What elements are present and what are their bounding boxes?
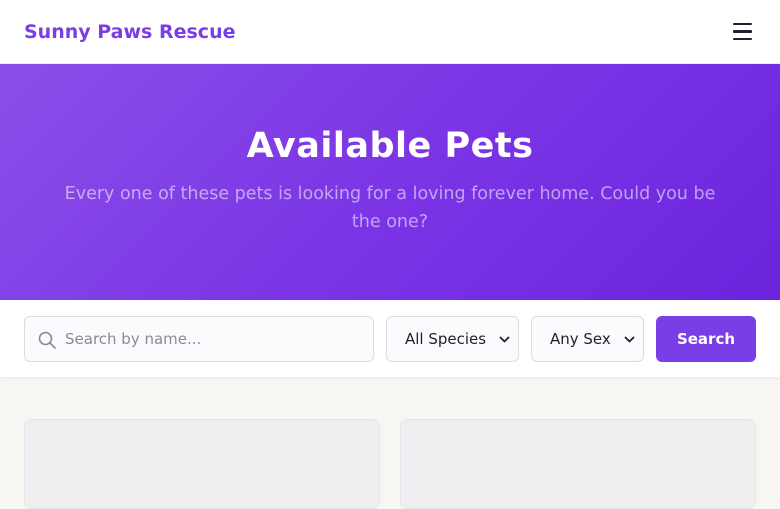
search-box[interactable] — [24, 316, 374, 362]
pet-card[interactable] — [24, 419, 380, 509]
search-button[interactable]: Search — [656, 316, 756, 362]
site-header: Sunny Paws Rescue — [0, 0, 780, 64]
sex-select[interactable]: Any Sex — [531, 316, 644, 362]
menu-button[interactable] — [728, 18, 756, 46]
species-select-value: All Species — [405, 330, 487, 348]
hamburger-menu-icon — [732, 22, 752, 26]
hero-subtitle: Every one of these pets is looking for a… — [64, 184, 716, 232]
sex-select-value: Any Sex — [550, 330, 611, 348]
filter-bar: All Species Any Sex Search — [0, 300, 780, 378]
chevron-down-icon — [624, 336, 635, 343]
brand-logo[interactable]: Sunny Paws Rescue — [24, 21, 235, 43]
page-title: Available Pets — [246, 126, 534, 166]
chevron-down-icon — [499, 336, 510, 343]
search-icon — [38, 331, 56, 349]
search-input[interactable] — [65, 317, 365, 361]
hero-banner: Available Pets Every one of these pets i… — [0, 64, 780, 300]
pet-card[interactable] — [400, 419, 756, 509]
species-select[interactable]: All Species — [386, 316, 519, 362]
